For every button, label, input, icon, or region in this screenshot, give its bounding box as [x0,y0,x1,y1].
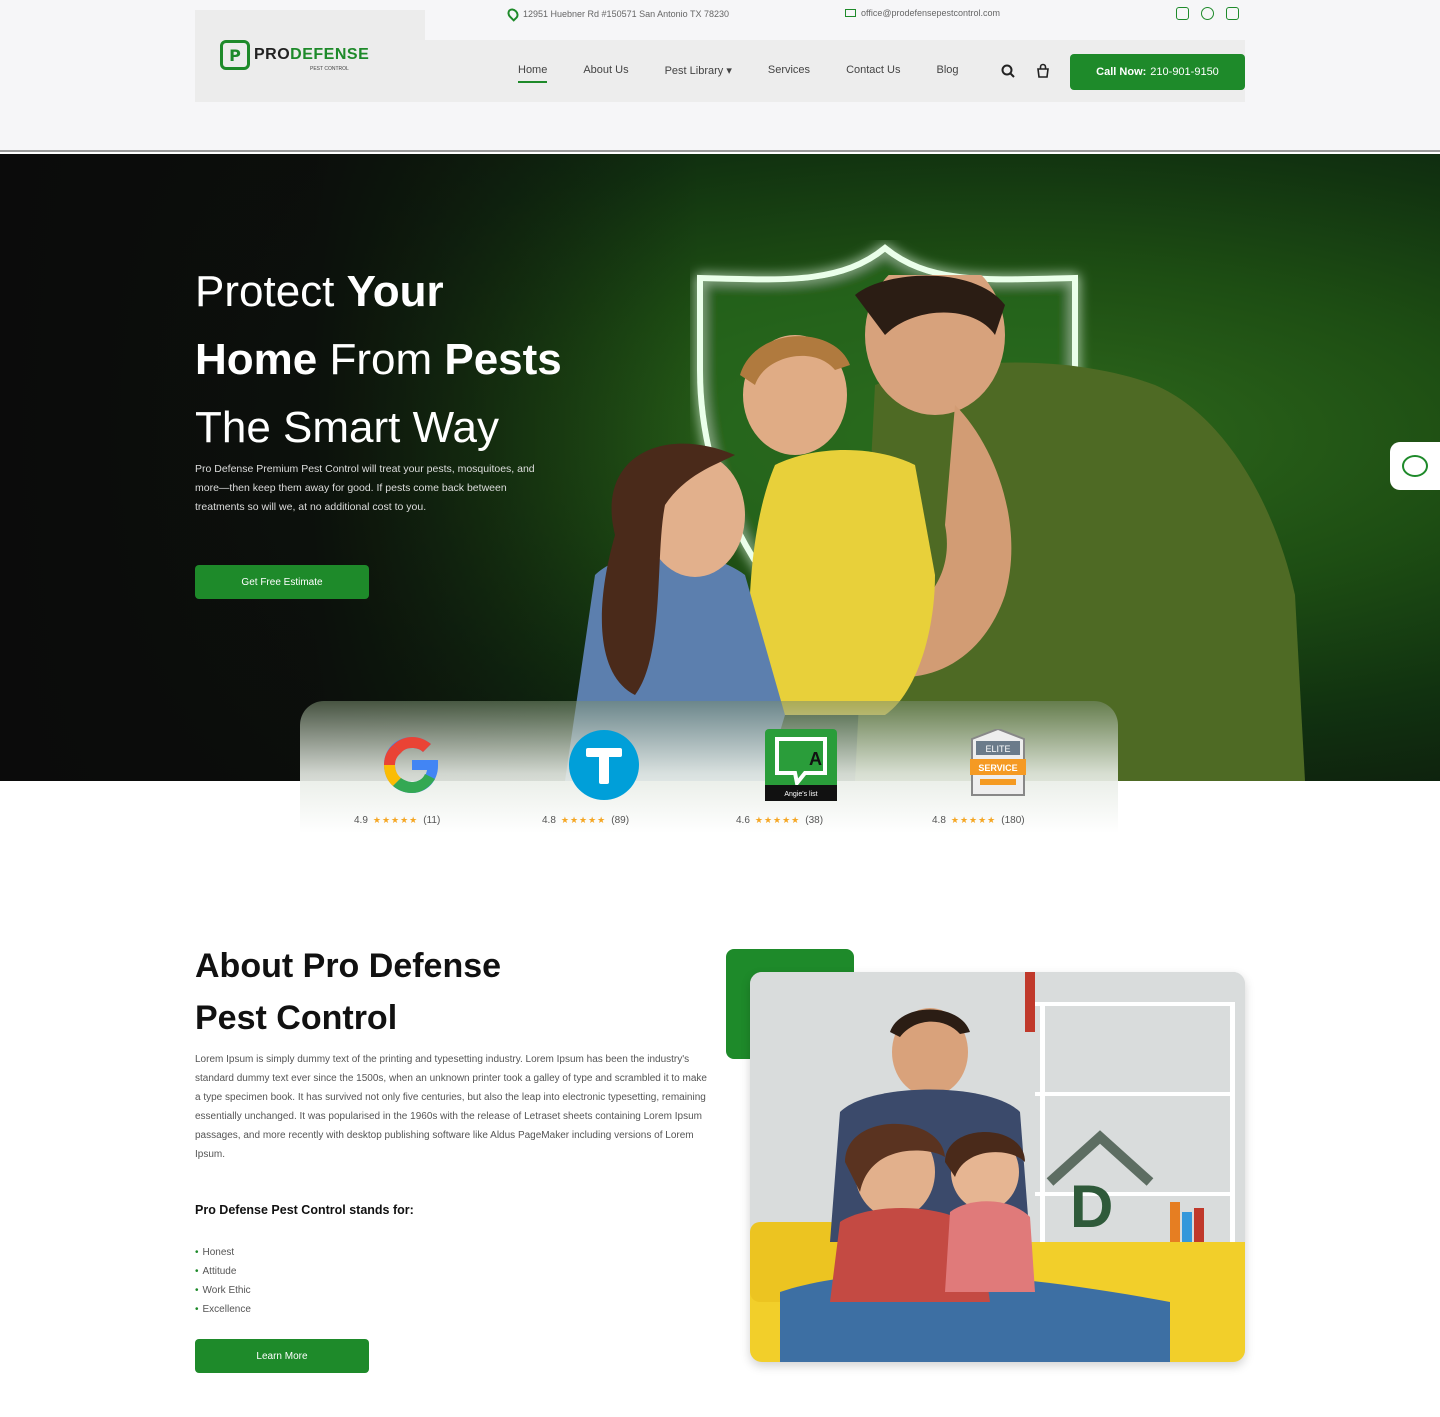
address-text: 12951 Huebner Rd #150571 San Antonio TX … [523,9,730,19]
homeadvisor-elite-icon: ELITE SERVICE [970,729,1026,796]
hero-title-word: From [317,335,445,384]
logo-text-defense: DEFENSE [290,46,370,63]
badge-service-text: SERVICE [978,763,1017,773]
call-now-label: Call Now: [1096,66,1147,78]
hero-title-word: Your [346,267,444,316]
review-rating: 4.8 [932,815,946,826]
location-pin-icon [505,6,521,22]
instagram-icon[interactable] [1176,7,1189,20]
svg-text:A: A [809,749,822,769]
list-item: Attitude [195,1262,251,1281]
hero-heading: Protect Your Home From Pests The Smart W… [195,258,635,462]
svg-text:D: D [1070,1173,1113,1240]
review-rating: 4.6 [736,815,750,826]
google-icon [384,737,438,793]
chat-icon [1402,455,1428,477]
review-count: (180) [1001,815,1025,826]
angies-list-icon: A Angie's list [765,729,837,801]
logo-mark-icon: P [220,40,250,70]
search-icon[interactable] [1001,64,1015,78]
review-stars: ★★★★★ [754,815,801,825]
nav-services[interactable]: Services [768,64,810,77]
chat-widget-button[interactable] [1390,442,1440,490]
list-item: Work Ethic [195,1281,251,1300]
review-stars: ★★★★★ [560,815,607,825]
badge-elite-text: ELITE [985,744,1010,754]
review-stars: ★★★★★ [372,815,419,825]
about-description: Lorem Ipsum is simply dummy text of the … [195,1054,707,1160]
social-links [1176,7,1239,20]
email-info[interactable]: office@prodefensepestcontrol.com [845,8,1000,18]
email-text[interactable]: office@prodefensepestcontrol.com [861,8,1000,18]
hero-title-word: Pests [444,335,562,384]
logo-text-pro: PRO [254,46,291,63]
review-rating: 4.9 [354,815,368,826]
family-living-room-photo: D [750,972,1245,1362]
facebook-icon[interactable] [1201,7,1214,20]
learn-more-button[interactable]: Learn More [195,1339,369,1373]
review-stars: ★★★★★ [950,815,997,825]
nav-home[interactable]: Home [518,64,548,83]
call-now-button[interactable]: Call Now: 210-901-9150 [1070,54,1245,90]
review-rating: 4.8 [542,815,556,826]
thumbtack-icon [569,730,639,800]
about-title-word: About [195,947,303,985]
reviews-strip: 4.9 ★★★★★ (11) 4.8 ★★★★★ (89) A Angie's … [300,701,1118,833]
about-title-word: Control [266,999,398,1037]
list-item: Excellence [195,1300,251,1319]
nav-about-us[interactable]: About Us [583,64,628,77]
main-nav: Home About Us Pest Library ▾ Services Co… [518,64,959,83]
about-title-word: Pro [302,947,360,985]
list-item: Honest [195,1243,251,1262]
logo-subtitle: PEST CONTROL [310,66,349,72]
mail-icon [845,9,856,17]
review-count: (38) [805,815,824,826]
cart-icon[interactable] [1035,63,1051,79]
angies-list-label: Angie's list [784,791,817,798]
review-count: (11) [423,815,441,826]
call-now-number: 210-901-9150 [1150,66,1219,78]
get-free-estimate-button[interactable]: Get Free Estimate [195,565,369,599]
about-title-word: Defense [359,947,502,985]
nav-contact-us[interactable]: Contact Us [846,64,900,77]
hero-description: Pro Defense Premium Pest Control will tr… [195,463,535,513]
nav-blog[interactable]: Blog [936,64,958,77]
values-list: Honest Attitude Work Ethic Excellence [195,1243,251,1319]
youtube-icon[interactable] [1226,7,1239,20]
stands-for-heading: Pro Defense Pest Control stands for: [195,1203,414,1217]
hero-title-word: The Smart Way [195,403,499,452]
hero-title-word: Home [195,335,318,384]
about-heading: About Pro Defense Pest Control [195,940,675,1044]
address-info: 12951 Huebner Rd #150571 San Antonio TX … [505,6,730,22]
hero-title-word: Protect [195,267,347,316]
nav-pest-library[interactable]: Pest Library ▾ [665,64,732,77]
about-title-word: Pest [195,999,267,1037]
review-count: (89) [611,815,630,826]
